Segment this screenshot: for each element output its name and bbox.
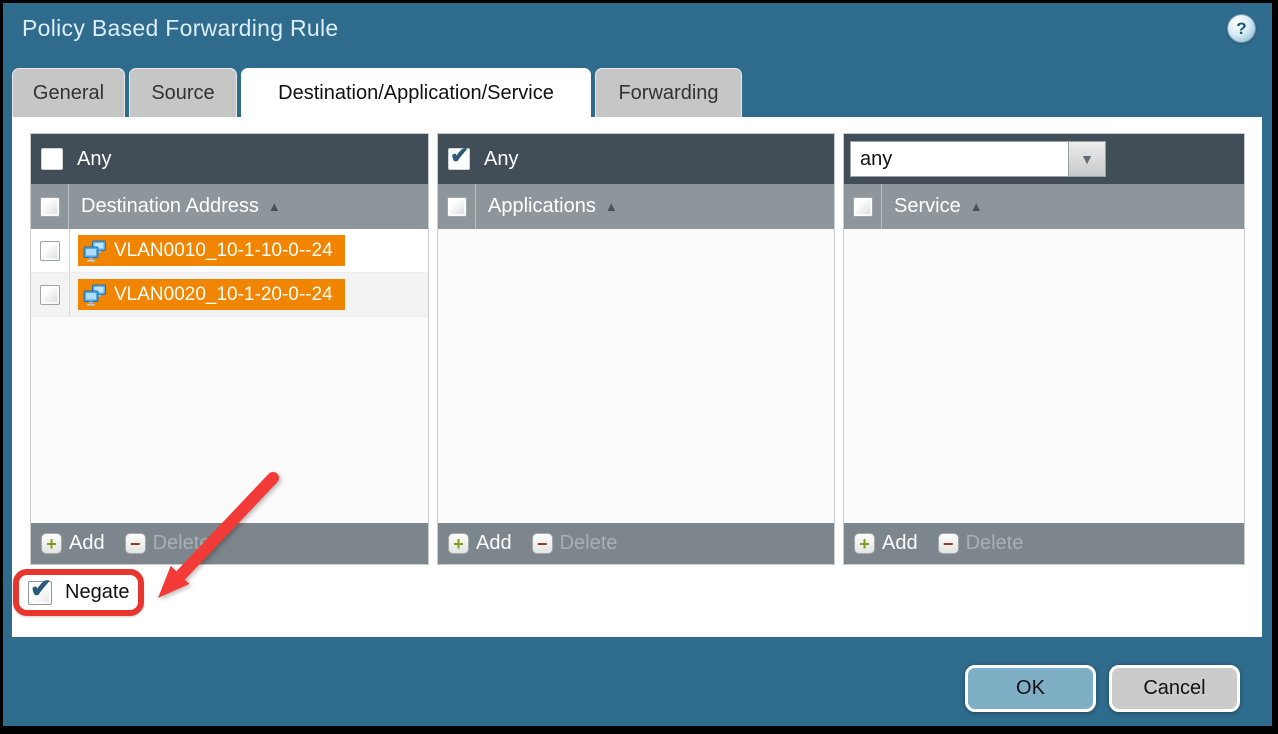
table-row[interactable]: VLAN0010_10-1-10-0--24 xyxy=(31,229,428,273)
add-button-label: Add xyxy=(882,532,918,555)
address-object-chip[interactable]: VLAN0020_10-1-20-0--24 xyxy=(78,279,345,310)
sort-ascending-icon: ▲ xyxy=(268,199,281,214)
cancel-button[interactable]: Cancel xyxy=(1109,665,1240,712)
add-button[interactable]: + Add xyxy=(854,532,918,555)
applications-any-checkbox[interactable] xyxy=(448,148,470,170)
applications-select-all-checkbox[interactable] xyxy=(447,197,467,217)
row-checkbox[interactable] xyxy=(40,241,60,261)
address-object-label: VLAN0020_10-1-20-0--24 xyxy=(114,284,333,306)
service-table: any ▼ Service ▲ + Add − Delete xyxy=(843,133,1245,565)
delete-button[interactable]: − Delete xyxy=(125,532,211,555)
add-button[interactable]: + Add xyxy=(448,532,512,555)
applications-list xyxy=(438,229,834,523)
applications-any-label: Any xyxy=(484,148,518,171)
delete-minus-icon: − xyxy=(938,533,959,554)
destination-address-header-label: Destination Address xyxy=(81,195,259,218)
destination-select-all-checkbox[interactable] xyxy=(40,197,60,217)
delete-minus-icon: − xyxy=(125,533,146,554)
service-dropdown[interactable]: any ▼ xyxy=(850,141,1106,177)
service-any-bar: any ▼ xyxy=(844,134,1244,184)
chevron-down-icon[interactable]: ▼ xyxy=(1069,141,1106,177)
help-icon[interactable]: ? xyxy=(1228,15,1255,42)
delete-button-label: Delete xyxy=(153,532,211,555)
destination-address-list: VLAN0010_10-1-10-0--24 xyxy=(31,229,428,523)
negate-checkbox[interactable] xyxy=(28,581,52,605)
destination-any-label: Any xyxy=(77,148,111,171)
table-row[interactable]: VLAN0020_10-1-20-0--24 xyxy=(31,273,428,317)
pbf-rule-dialog: Policy Based Forwarding Rule ? General S… xyxy=(0,0,1278,734)
destination-address-column-header[interactable]: Destination Address ▲ xyxy=(31,184,428,229)
delete-button-label: Delete xyxy=(966,532,1024,555)
add-plus-icon: + xyxy=(448,533,469,554)
destination-address-table: Any Destination Address ▲ xyxy=(30,133,429,565)
destination-table-toolbar: + Add − Delete xyxy=(31,523,428,564)
service-dropdown-value[interactable]: any xyxy=(850,141,1069,177)
ok-button[interactable]: OK xyxy=(965,665,1096,712)
dialog-title: Policy Based Forwarding Rule xyxy=(22,15,339,42)
destination-any-bar: Any xyxy=(31,134,428,184)
negate-highlight-annotation: Negate xyxy=(13,569,144,616)
applications-table: Any Applications ▲ + Add − Delete xyxy=(437,133,835,565)
service-list xyxy=(844,229,1244,523)
delete-button-label: Delete xyxy=(560,532,618,555)
add-plus-icon: + xyxy=(41,533,62,554)
applications-column-header[interactable]: Applications ▲ xyxy=(438,184,834,229)
destination-any-checkbox[interactable] xyxy=(41,148,63,170)
delete-minus-icon: − xyxy=(532,533,553,554)
network-address-icon xyxy=(83,284,107,306)
service-table-toolbar: + Add − Delete xyxy=(844,523,1244,564)
add-plus-icon: + xyxy=(854,533,875,554)
row-checkbox[interactable] xyxy=(40,285,60,305)
service-select-all-checkbox[interactable] xyxy=(853,197,873,217)
address-object-label: VLAN0010_10-1-10-0--24 xyxy=(114,240,333,262)
tab-general[interactable]: General xyxy=(12,68,125,117)
address-object-chip[interactable]: VLAN0010_10-1-10-0--24 xyxy=(78,235,345,266)
sort-ascending-icon: ▲ xyxy=(605,199,618,214)
tab-source[interactable]: Source xyxy=(129,68,237,117)
add-button-label: Add xyxy=(476,532,512,555)
add-button-label: Add xyxy=(69,532,105,555)
network-address-icon xyxy=(83,240,107,262)
tab-destination-application-service[interactable]: Destination/Application/Service xyxy=(241,68,591,118)
applications-any-bar: Any xyxy=(438,134,834,184)
delete-button[interactable]: − Delete xyxy=(532,532,618,555)
delete-button[interactable]: − Delete xyxy=(938,532,1024,555)
service-header-label: Service xyxy=(894,195,961,218)
service-column-header[interactable]: Service ▲ xyxy=(844,184,1244,229)
applications-header-label: Applications xyxy=(488,195,596,218)
applications-table-toolbar: + Add − Delete xyxy=(438,523,834,564)
negate-label: Negate xyxy=(65,581,130,604)
tab-forwarding[interactable]: Forwarding xyxy=(595,68,742,117)
add-button[interactable]: + Add xyxy=(41,532,105,555)
sort-ascending-icon: ▲ xyxy=(970,199,983,214)
tab-content-panel: Any Destination Address ▲ xyxy=(12,117,1262,637)
